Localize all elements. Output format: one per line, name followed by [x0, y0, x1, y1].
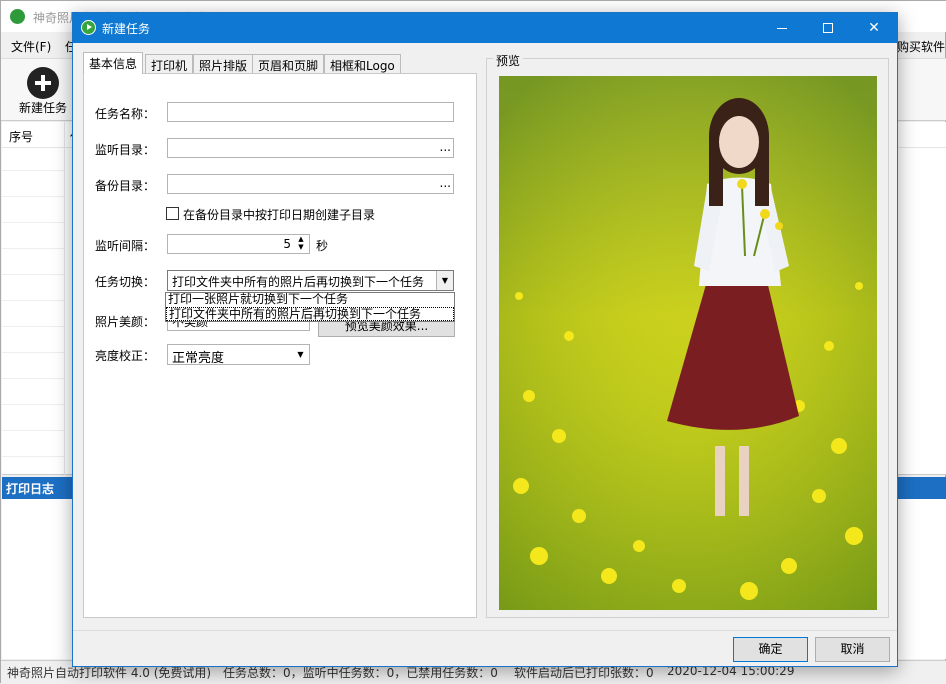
app-logo-icon [81, 20, 96, 35]
close-icon: ✕ [868, 20, 880, 36]
switch-label: 任务切换： [94, 275, 155, 289]
backup-dir-label: 备份目录： [94, 179, 155, 193]
list-row-line [2, 300, 64, 301]
list-row-line [2, 378, 64, 379]
subdir-checkbox-label[interactable]: 在备份目录中按打印日期创建子目录 [183, 206, 375, 223]
watch-dir-label: 监听目录： [94, 143, 155, 157]
brightness-selected-value: 正常亮度 [172, 351, 225, 365]
list-row-line [2, 274, 64, 275]
dialog-title: 新建任务 [102, 22, 151, 36]
list-row-line [2, 404, 64, 405]
app-icon [10, 9, 25, 24]
preview-label: 预览 [493, 52, 524, 69]
switch-dropdown-list[interactable]: 打印一张照片就切换到下一个任务 打印文件夹中所有的照片后再切换到下一个任务 [165, 292, 455, 322]
tab-photo-layout[interactable]: 照片排版 [193, 54, 254, 74]
buy-software-link[interactable]: 购买软件 [897, 38, 945, 55]
cancel-button[interactable]: 取消 [815, 637, 890, 662]
switch-selected-value: 打印文件夹中所有的照片后再切换到下一个任务 [172, 275, 425, 289]
maximize-icon [823, 23, 833, 33]
new-task-toolbar-label[interactable]: 新建任务 [19, 99, 67, 116]
tab-basic-info[interactable]: 基本信息 [83, 52, 144, 74]
ok-button[interactable]: 确定 [733, 637, 808, 662]
subdir-checkbox[interactable] [166, 207, 179, 220]
interval-label: 监听间隔： [94, 239, 155, 253]
switch-select[interactable]: 打印文件夹中所有的照片后再切换到下一个任务 ▼ [167, 270, 454, 291]
menu-file[interactable]: 文件(F) [11, 38, 51, 55]
watch-dir-browse-button[interactable]: ... [440, 140, 451, 154]
beauty-label: 照片美颜： [94, 315, 155, 329]
preview-image [499, 76, 877, 610]
list-row-line [2, 456, 64, 457]
column-index[interactable]: 序号 [9, 128, 33, 145]
tab-printer[interactable]: 打印机 [145, 54, 194, 74]
column-divider [64, 122, 65, 475]
dialog-footer: 确定 取消 [73, 630, 897, 666]
brightness-select[interactable]: 正常亮度 ▼ [167, 344, 310, 365]
list-row-line [2, 430, 64, 431]
maximize-button[interactable] [805, 13, 851, 43]
new-task-dialog: 新建任务 ✕ 基本信息 打印机 照片排版 页眉和页脚 相框和Logo 任务名称：… [72, 12, 898, 667]
list-row-line [2, 196, 64, 197]
minimize-icon [777, 27, 787, 29]
list-row-line [2, 222, 64, 223]
chevron-down-icon[interactable]: ▼ [292, 345, 309, 364]
switch-option-per-photo[interactable]: 打印一张照片就切换到下一个任务 [166, 293, 454, 307]
dialog-titlebar[interactable]: 新建任务 ✕ [73, 13, 897, 43]
task-name-label: 任务名称： [94, 107, 155, 121]
backup-dir-browse-button[interactable]: ... [440, 176, 451, 190]
preview-photo-graphic [499, 76, 877, 610]
list-row-line [2, 170, 64, 171]
switch-option-per-folder[interactable]: 打印文件夹中所有的照片后再切换到下一个任务 [166, 307, 454, 321]
interval-unit: 秒 [316, 239, 329, 253]
add-circle-icon[interactable] [27, 67, 59, 99]
close-button[interactable]: ✕ [851, 13, 897, 43]
list-row-line [2, 326, 64, 327]
minimize-button[interactable] [759, 13, 805, 43]
brightness-label: 亮度校正： [94, 349, 155, 363]
tab-frame-logo[interactable]: 相框和Logo [324, 54, 401, 74]
interval-value: 5 [283, 237, 291, 251]
chevron-down-icon[interactable]: ▼ [436, 271, 453, 290]
list-row-line [2, 352, 64, 353]
interval-spinner[interactable]: 5 ▲ ▼ [167, 234, 310, 254]
spinner-arrows-icon[interactable]: ▲ ▼ [295, 235, 307, 253]
backup-dir-input[interactable]: ... [167, 174, 454, 194]
task-name-input[interactable] [167, 102, 454, 122]
tab-header-footer[interactable]: 页眉和页脚 [252, 54, 325, 74]
watch-dir-input[interactable]: ... [167, 138, 454, 158]
list-row-line [2, 248, 64, 249]
